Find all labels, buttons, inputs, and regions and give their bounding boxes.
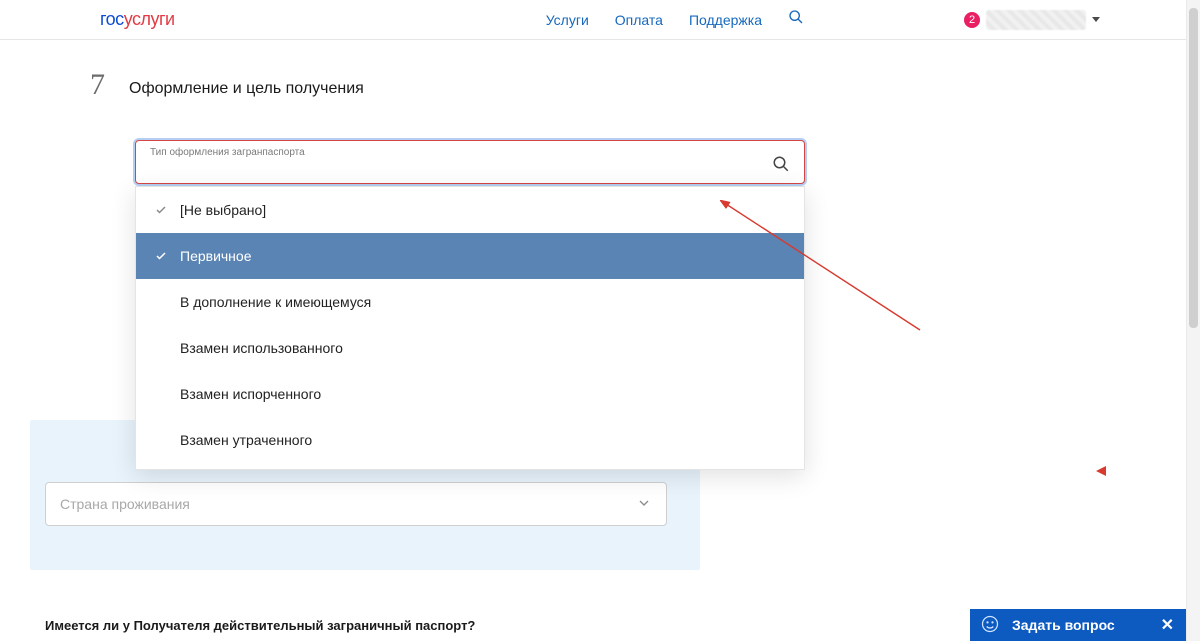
step-number: 7	[90, 70, 105, 100]
search-icon[interactable]	[772, 155, 790, 178]
country-select[interactable]: Страна проживания	[45, 482, 667, 526]
form-step-7: 7 Оформление и цель получения Страна про…	[0, 40, 1200, 184]
user-name-redacted	[986, 10, 1086, 30]
notifications-badge[interactable]: 2	[964, 12, 980, 28]
logo-part-gos: гос	[100, 9, 124, 29]
passport-type-field: Тип оформления загранпаспорта [Не выбран…	[135, 140, 805, 184]
passport-type-input[interactable]: Тип оформления загранпаспорта	[135, 140, 805, 184]
existing-passport-question: Имеется ли у Получателя действительный з…	[45, 618, 475, 641]
option-label: В дополнение к имеющемуся	[180, 294, 371, 310]
step-header: 7 Оформление и цель получения	[90, 70, 1200, 100]
site-logo[interactable]: госуслуги	[100, 9, 175, 30]
option-replace-damaged[interactable]: Взамен испорченного	[136, 371, 804, 417]
logo-part-uslugi: услуги	[124, 9, 175, 29]
input-floating-label: Тип оформления загранпаспорта	[150, 147, 762, 158]
chat-label: Задать вопрос	[1012, 617, 1115, 633]
option-label: [Не выбрано]	[180, 202, 266, 218]
option-label: Взамен использованного	[180, 340, 343, 356]
passport-type-dropdown: [Не выбрано] Первичное В дополнение к им…	[135, 186, 805, 470]
option-none[interactable]: [Не выбрано]	[136, 187, 804, 233]
nav-support[interactable]: Поддержка	[689, 12, 762, 28]
check-icon	[154, 204, 168, 216]
country-placeholder: Страна проживания	[60, 496, 190, 512]
option-primary[interactable]: Первичное	[136, 233, 804, 279]
site-header: госуслуги Услуги Оплата Поддержка 2	[0, 0, 1200, 40]
search-icon[interactable]	[788, 9, 804, 30]
option-label: Первичное	[180, 248, 252, 264]
option-label: Взамен утраченного	[180, 432, 312, 448]
nav-services[interactable]: Услуги	[546, 12, 589, 28]
check-icon	[154, 250, 168, 262]
close-icon[interactable]: ✕	[1161, 615, 1174, 635]
option-replace-lost[interactable]: Взамен утраченного	[136, 417, 804, 463]
main-nav: Услуги Оплата Поддержка	[546, 9, 804, 30]
option-label: Взамен испорченного	[180, 386, 321, 402]
option-replace-used[interactable]: Взамен использованного	[136, 325, 804, 371]
nav-payment[interactable]: Оплата	[615, 12, 663, 28]
step-title: Оформление и цель получения	[129, 80, 364, 98]
user-menu[interactable]: 2	[964, 10, 1100, 30]
chevron-down-icon	[636, 495, 652, 514]
question-text: Имеется ли у Получателя действительный з…	[45, 618, 475, 633]
chat-widget[interactable]: Задать вопрос ✕	[970, 609, 1186, 641]
annotation-triangle-icon	[1096, 466, 1106, 476]
option-addition[interactable]: В дополнение к имеющемуся	[136, 279, 804, 325]
caret-down-icon	[1092, 17, 1100, 22]
chat-face-icon	[980, 614, 1000, 637]
